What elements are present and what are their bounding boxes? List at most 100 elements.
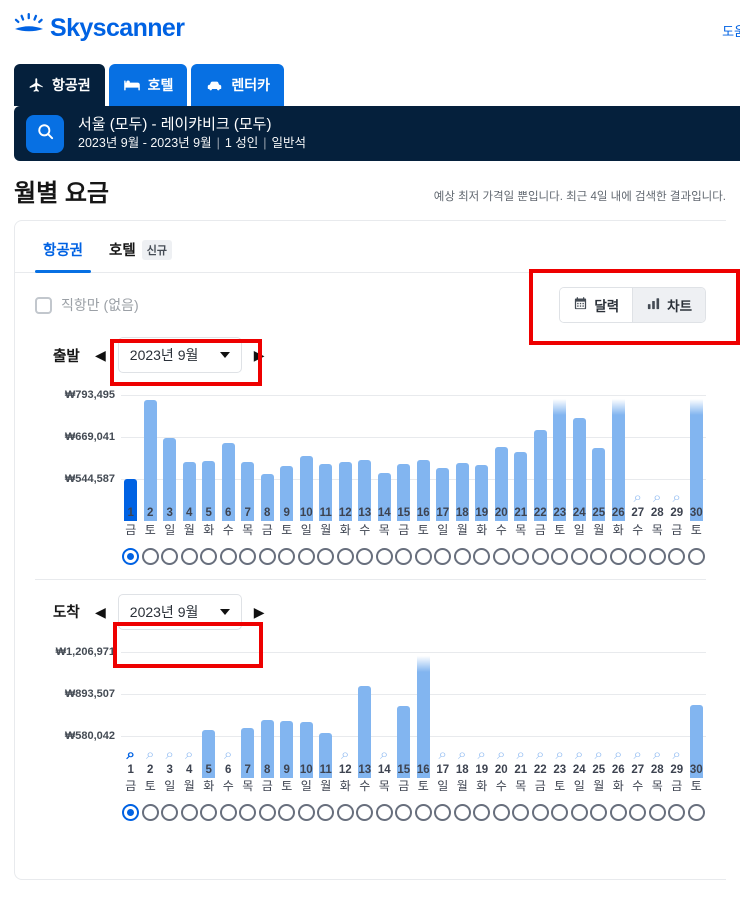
tab-flights[interactable]: 항공권 (14, 64, 105, 106)
bar-slot[interactable] (277, 638, 297, 778)
departure-next-month-button[interactable]: ▶ (252, 348, 267, 362)
magnifier-icon[interactable]: ⌕ (614, 747, 622, 762)
bar-slot[interactable] (199, 638, 219, 778)
bar-slot[interactable] (589, 381, 609, 521)
bar-slot[interactable]: ⌕ (550, 638, 570, 762)
day-radio-button[interactable] (356, 804, 374, 822)
day-radio-button[interactable] (648, 547, 666, 565)
day-radio-cell[interactable] (570, 547, 590, 565)
day-radio-button[interactable] (590, 547, 608, 565)
day-radio-button[interactable] (687, 547, 705, 565)
day-radio-button[interactable] (317, 547, 335, 565)
day-radio-cell[interactable] (355, 804, 375, 822)
day-radio-button[interactable] (161, 804, 179, 822)
day-radio-button[interactable] (609, 547, 627, 565)
bar-slot[interactable] (121, 381, 141, 521)
day-radio-cell[interactable] (589, 547, 609, 565)
day-radio-cell[interactable] (648, 547, 668, 565)
day-radio-button[interactable] (239, 547, 257, 565)
day-radio-button[interactable] (122, 547, 140, 565)
day-radio-button[interactable] (200, 804, 218, 822)
day-radio-button[interactable] (336, 547, 354, 565)
bar-slot[interactable]: ⌕ (648, 638, 668, 762)
day-radio-cell[interactable] (472, 804, 492, 822)
day-radio-cell[interactable] (238, 547, 258, 565)
day-radio-button[interactable] (687, 804, 705, 822)
day-radio-cell[interactable] (141, 547, 161, 565)
day-radio-button[interactable] (141, 804, 159, 822)
bar-slot[interactable] (199, 381, 219, 521)
day-radio-cell[interactable] (375, 804, 395, 822)
day-radio-button[interactable] (219, 547, 237, 565)
day-radio-cell[interactable] (550, 804, 570, 822)
bar-slot[interactable]: ⌕ (531, 638, 551, 762)
day-radio-cell[interactable] (199, 547, 219, 565)
day-radio-button[interactable] (180, 804, 198, 822)
help-link[interactable]: 도움 (722, 21, 740, 40)
day-radio-button[interactable] (258, 804, 276, 822)
bar-slot[interactable] (394, 381, 414, 521)
bar-slot[interactable]: ⌕ (667, 381, 687, 505)
bar-slot[interactable]: ⌕ (336, 638, 356, 762)
bar-slot[interactable]: ⌕ (511, 638, 531, 762)
bar-slot[interactable] (160, 381, 180, 521)
day-radio-cell[interactable] (258, 804, 278, 822)
bar-slot[interactable]: ⌕ (141, 638, 161, 762)
day-radio-button[interactable] (551, 547, 569, 565)
day-radio-button[interactable] (375, 804, 393, 822)
day-radio-button[interactable] (453, 804, 471, 822)
day-radio-cell[interactable] (667, 547, 687, 565)
day-radio-button[interactable] (239, 804, 257, 822)
day-radio-cell[interactable] (336, 547, 356, 565)
day-radio-button[interactable] (668, 804, 686, 822)
bar-slot[interactable] (355, 638, 375, 778)
bar-slot[interactable]: ⌕ (472, 638, 492, 762)
day-radio-button[interactable] (570, 547, 588, 565)
day-radio-button[interactable] (434, 804, 452, 822)
day-radio-cell[interactable] (492, 804, 512, 822)
day-radio-button[interactable] (180, 547, 198, 565)
day-radio-cell[interactable] (394, 804, 414, 822)
tab-car-rental[interactable]: 렌터카 (191, 64, 285, 106)
bar-slot[interactable] (355, 381, 375, 521)
magnifier-icon[interactable]: ⌕ (458, 747, 466, 762)
day-radio-button[interactable] (531, 804, 549, 822)
day-radio-button[interactable] (551, 804, 569, 822)
day-radio-cell[interactable] (492, 547, 512, 565)
magnifier-icon[interactable]: ⌕ (166, 747, 174, 762)
day-radio-cell[interactable] (609, 547, 629, 565)
bar-slot[interactable] (316, 638, 336, 778)
day-radio-button[interactable] (590, 804, 608, 822)
bar-slot[interactable]: ⌕ (160, 638, 180, 762)
day-radio-cell[interactable] (609, 804, 629, 822)
price-bar[interactable] (416, 655, 430, 778)
day-radio-button[interactable] (141, 547, 159, 565)
magnifier-icon[interactable]: ⌕ (185, 747, 193, 762)
magnifier-icon[interactable]: ⌕ (341, 747, 349, 762)
bar-slot[interactable] (316, 381, 336, 521)
bar-slot[interactable]: ⌕ (121, 638, 141, 762)
day-radio-button[interactable] (629, 547, 647, 565)
bar-slot[interactable]: ⌕ (589, 638, 609, 762)
search-button[interactable] (26, 114, 64, 153)
day-radio-cell[interactable] (297, 804, 317, 822)
day-radio-button[interactable] (278, 547, 296, 565)
magnifier-icon[interactable]: ⌕ (146, 747, 154, 762)
day-radio-cell[interactable] (316, 547, 336, 565)
day-radio-cell[interactable] (511, 804, 531, 822)
magnifier-icon[interactable]: ⌕ (653, 747, 661, 762)
bar-slot[interactable]: ⌕ (219, 638, 239, 762)
day-radio-cell[interactable] (433, 804, 453, 822)
day-radio-cell[interactable] (570, 804, 590, 822)
bar-slot[interactable] (687, 381, 707, 521)
bar-slot[interactable] (336, 381, 356, 521)
bar-slot[interactable]: ⌕ (453, 638, 473, 762)
bar-slot[interactable]: ⌕ (609, 638, 629, 762)
day-radio-cell[interactable] (121, 547, 141, 565)
bar-slot[interactable]: ⌕ (667, 638, 687, 762)
bar-slot[interactable] (141, 381, 161, 521)
magnifier-icon[interactable]: ⌕ (653, 490, 661, 505)
day-radio-button[interactable] (161, 547, 179, 565)
day-radio-button[interactable] (453, 547, 471, 565)
day-radio-cell[interactable] (199, 804, 219, 822)
